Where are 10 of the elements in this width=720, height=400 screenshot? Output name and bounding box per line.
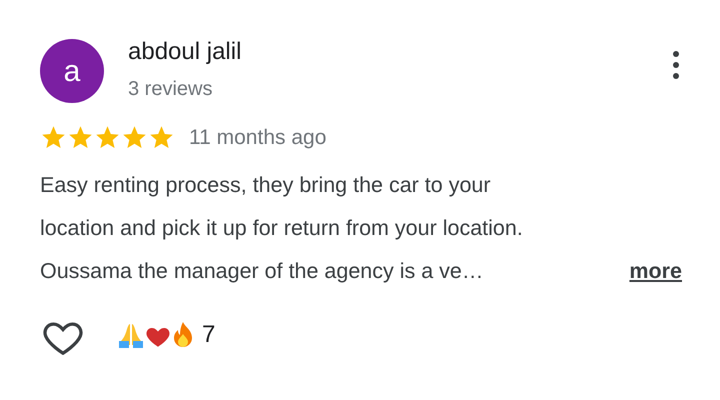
reviews-count: 3 reviews [128, 77, 214, 102]
more-link[interactable]: more [629, 250, 682, 292]
review-text: Easy renting process, they bring the car to your location and pick it up for return from your location. Oussama the manager of the agency is a ve… [40, 172, 523, 284]
praying-hands-icon [118, 322, 144, 348]
more-options-icon [673, 50, 679, 80]
review-time: 11 months ago [189, 125, 326, 151]
reaction-count: 7 [202, 320, 216, 350]
fire-icon [172, 322, 194, 348]
avatar: a [40, 39, 104, 103]
author-name: abdoul jalil [128, 37, 242, 67]
